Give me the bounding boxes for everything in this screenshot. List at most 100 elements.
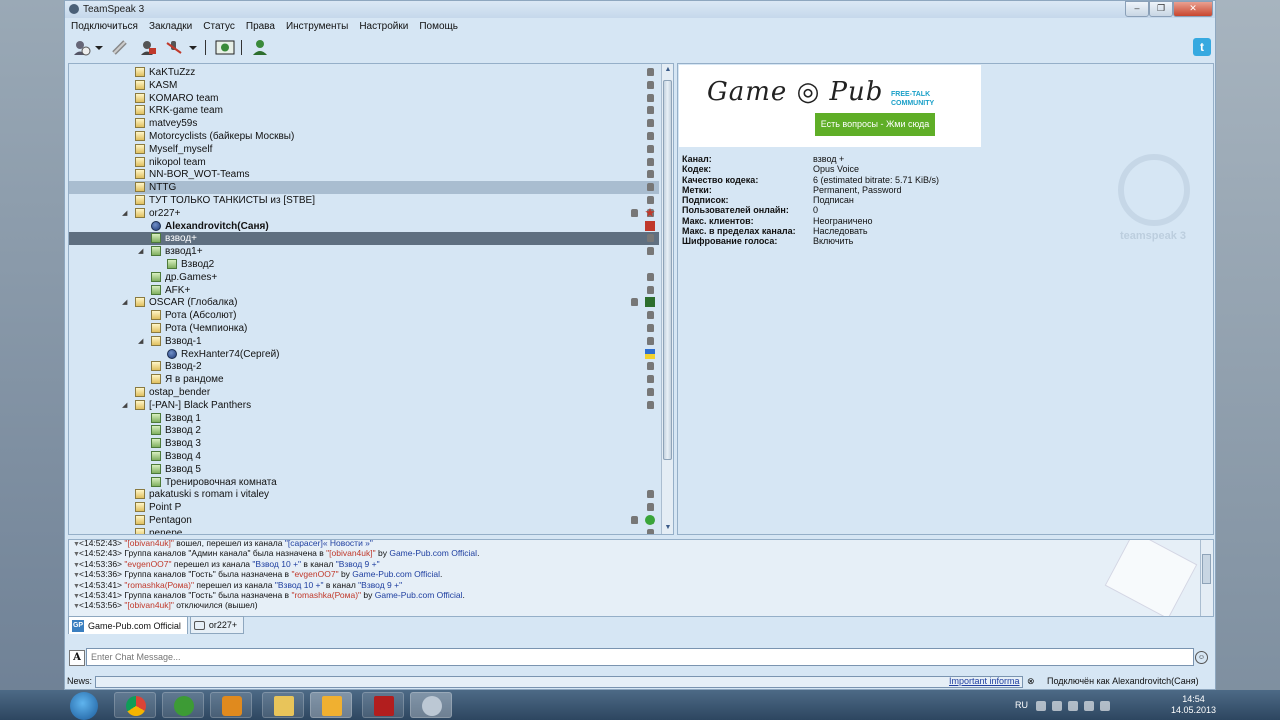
- scroll-thumb[interactable]: [663, 80, 672, 460]
- channel-row[interactable]: Pentagon: [69, 514, 659, 527]
- channel-row[interactable]: Взвод 5: [69, 463, 659, 476]
- expand-arrow-icon[interactable]: ◢: [138, 335, 146, 348]
- disconnect-icon[interactable]: [111, 39, 129, 56]
- log-user[interactable]: "romashka(Рома)": [291, 590, 361, 600]
- away-icon[interactable]: [139, 39, 157, 56]
- channel-row[interactable]: Motorcyclists (байкеры Москвы): [69, 130, 659, 143]
- chevron-down-icon[interactable]: [189, 39, 197, 56]
- channel-row[interactable]: ostap_bender: [69, 386, 659, 399]
- menu-status[interactable]: Статус: [203, 19, 235, 35]
- channel-row[interactable]: pakatuski s romam i vitaley: [69, 488, 659, 501]
- scroll-down-icon[interactable]: ▼: [663, 523, 673, 533]
- client-row[interactable]: RexHanter74(Сергей): [69, 348, 659, 361]
- log-user[interactable]: "evgenOO7": [291, 569, 338, 579]
- log-channel[interactable]: Game-Pub.com Official: [375, 590, 463, 600]
- log-user[interactable]: "[obivan4uk]": [124, 600, 174, 610]
- taskbar-media-player[interactable]: [210, 692, 252, 718]
- channel-row[interactable]: взвод+: [69, 232, 659, 246]
- channel-tree-scrollbar[interactable]: ▲ ▼: [661, 64, 673, 534]
- taskbar-m-app[interactable]: [362, 692, 404, 718]
- tray-arrow-icon[interactable]: [1036, 701, 1046, 711]
- channel-row[interactable]: KRK-game team: [69, 104, 659, 117]
- log-scroll-thumb[interactable]: [1202, 554, 1211, 584]
- clock[interactable]: 14:54 14.05.2013: [1171, 694, 1216, 716]
- channel-row[interactable]: Рота (Абсолют): [69, 309, 659, 322]
- expand-arrow-icon[interactable]: ◢: [122, 207, 130, 220]
- smiley-icon[interactable]: ☺: [1195, 651, 1208, 664]
- taskbar-video[interactable]: [310, 692, 352, 718]
- user-status-icon[interactable]: [251, 39, 269, 56]
- log-channel[interactable]: "Взвод 9 +": [358, 580, 402, 590]
- channel-row[interactable]: nikopol team: [69, 156, 659, 169]
- title-bar[interactable]: TeamSpeak 3 ‒ ❐ ✕: [65, 1, 1215, 18]
- menu-bookmarks[interactable]: Закладки: [149, 19, 192, 35]
- log-channel[interactable]: "[capacer]« Новости »": [285, 540, 373, 548]
- expand-arrow-icon[interactable]: ◢: [138, 245, 146, 258]
- log-channel[interactable]: "Взвод 9 +": [336, 559, 380, 569]
- channel-row[interactable]: Взвод 1: [69, 412, 659, 425]
- channel-row[interactable]: ◢ Взвод-1: [69, 335, 659, 348]
- channel-row[interactable]: Я в рандоме: [69, 373, 659, 386]
- language-indicator[interactable]: RU: [1015, 700, 1028, 710]
- minimize-button[interactable]: ‒: [1125, 1, 1149, 17]
- channel-row[interactable]: Взвод 4: [69, 450, 659, 463]
- channel-row[interactable]: ◢ взвод1+: [69, 245, 659, 258]
- tray-volume-icon[interactable]: [1100, 701, 1110, 711]
- log-user[interactable]: "[obivan4uk]": [124, 540, 174, 548]
- channel-row[interactable]: Рота (Чемпионка): [69, 322, 659, 335]
- twitter-icon[interactable]: t: [1193, 38, 1211, 56]
- channel-row[interactable]: ТУТ ТОЛЬКО ТАНКИСТЫ из [STBE]: [69, 194, 659, 207]
- tab-channel[interactable]: or227+: [189, 616, 245, 634]
- channel-row[interactable]: Тренировочная комната: [69, 476, 659, 489]
- channel-row[interactable]: ◢ [-PAN-] Black Panthers: [69, 399, 659, 412]
- important-info-link[interactable]: Important informa: [949, 674, 1020, 689]
- capture-icon[interactable]: [215, 39, 235, 56]
- channel-row[interactable]: NN-BOR_WOT-Teams: [69, 168, 659, 181]
- channel-row[interactable]: KASM: [69, 79, 659, 92]
- log-scrollbar[interactable]: [1200, 540, 1213, 616]
- channel-row[interactable]: Взвод-2: [69, 360, 659, 373]
- menu-settings[interactable]: Настройки: [359, 19, 408, 35]
- channel-row[interactable]: KOMARO team: [69, 92, 659, 105]
- taskbar-utorrent[interactable]: [162, 692, 204, 718]
- channel-row[interactable]: Взвод2: [69, 258, 659, 271]
- close-button[interactable]: ✕: [1173, 1, 1213, 17]
- channel-row[interactable]: Взвод 3: [69, 437, 659, 450]
- menu-tools[interactable]: Инструменты: [286, 19, 348, 35]
- channel-row[interactable]: ◢ OSCAR (Глобалка): [69, 296, 659, 309]
- channel-row[interactable]: ◢ or227+: [69, 207, 659, 220]
- log-user[interactable]: "evgenOO7": [124, 559, 171, 569]
- close-news-icon[interactable]: ⊗: [1027, 674, 1035, 689]
- channel-row[interactable]: др.Games+: [69, 271, 659, 284]
- taskbar-explorer[interactable]: [262, 692, 304, 718]
- log-channel[interactable]: "Взвод 10 +": [252, 559, 301, 569]
- channel-row[interactable]: NTTG: [69, 181, 659, 195]
- server-banner[interactable]: Game ◎ Pub FREE-TALK COMMUNITY Есть вопр…: [679, 65, 981, 147]
- menu-permissions[interactable]: Права: [246, 19, 275, 35]
- log-channel[interactable]: Game-Pub.com Official: [352, 569, 440, 579]
- news-ticker[interactable]: [95, 676, 1023, 688]
- font-format-icon[interactable]: A: [69, 650, 85, 666]
- channel-row[interactable]: penepe: [69, 527, 659, 534]
- tray-shield-icon[interactable]: [1068, 701, 1078, 711]
- log-user[interactable]: "[obivan4uk]": [326, 548, 376, 558]
- channel-row[interactable]: Point P: [69, 501, 659, 514]
- chat-input[interactable]: [86, 648, 1194, 666]
- channel-row[interactable]: Myself_myself: [69, 143, 659, 156]
- taskbar-teamspeak[interactable]: [410, 692, 452, 718]
- channel-row[interactable]: AFK+: [69, 284, 659, 297]
- log-user[interactable]: "romashka(Рома)": [124, 580, 194, 590]
- start-button[interactable]: [70, 692, 98, 720]
- connect-icon[interactable]: [73, 39, 91, 56]
- menu-connect[interactable]: Подключиться: [71, 19, 138, 35]
- microphone-mute-icon[interactable]: [165, 39, 183, 56]
- chevron-down-icon[interactable]: [95, 39, 103, 56]
- scroll-up-icon[interactable]: ▲: [663, 65, 673, 75]
- menu-help[interactable]: Помощь: [419, 19, 458, 35]
- log-channel[interactable]: "Взвод 10 +": [275, 580, 324, 590]
- maximize-button[interactable]: ❐: [1149, 1, 1173, 17]
- banner-help-button[interactable]: Есть вопросы - Жми сюда: [815, 113, 935, 136]
- expand-arrow-icon[interactable]: ◢: [122, 399, 130, 412]
- channel-row[interactable]: matvey59s: [69, 117, 659, 130]
- channel-row[interactable]: Взвод 2: [69, 424, 659, 437]
